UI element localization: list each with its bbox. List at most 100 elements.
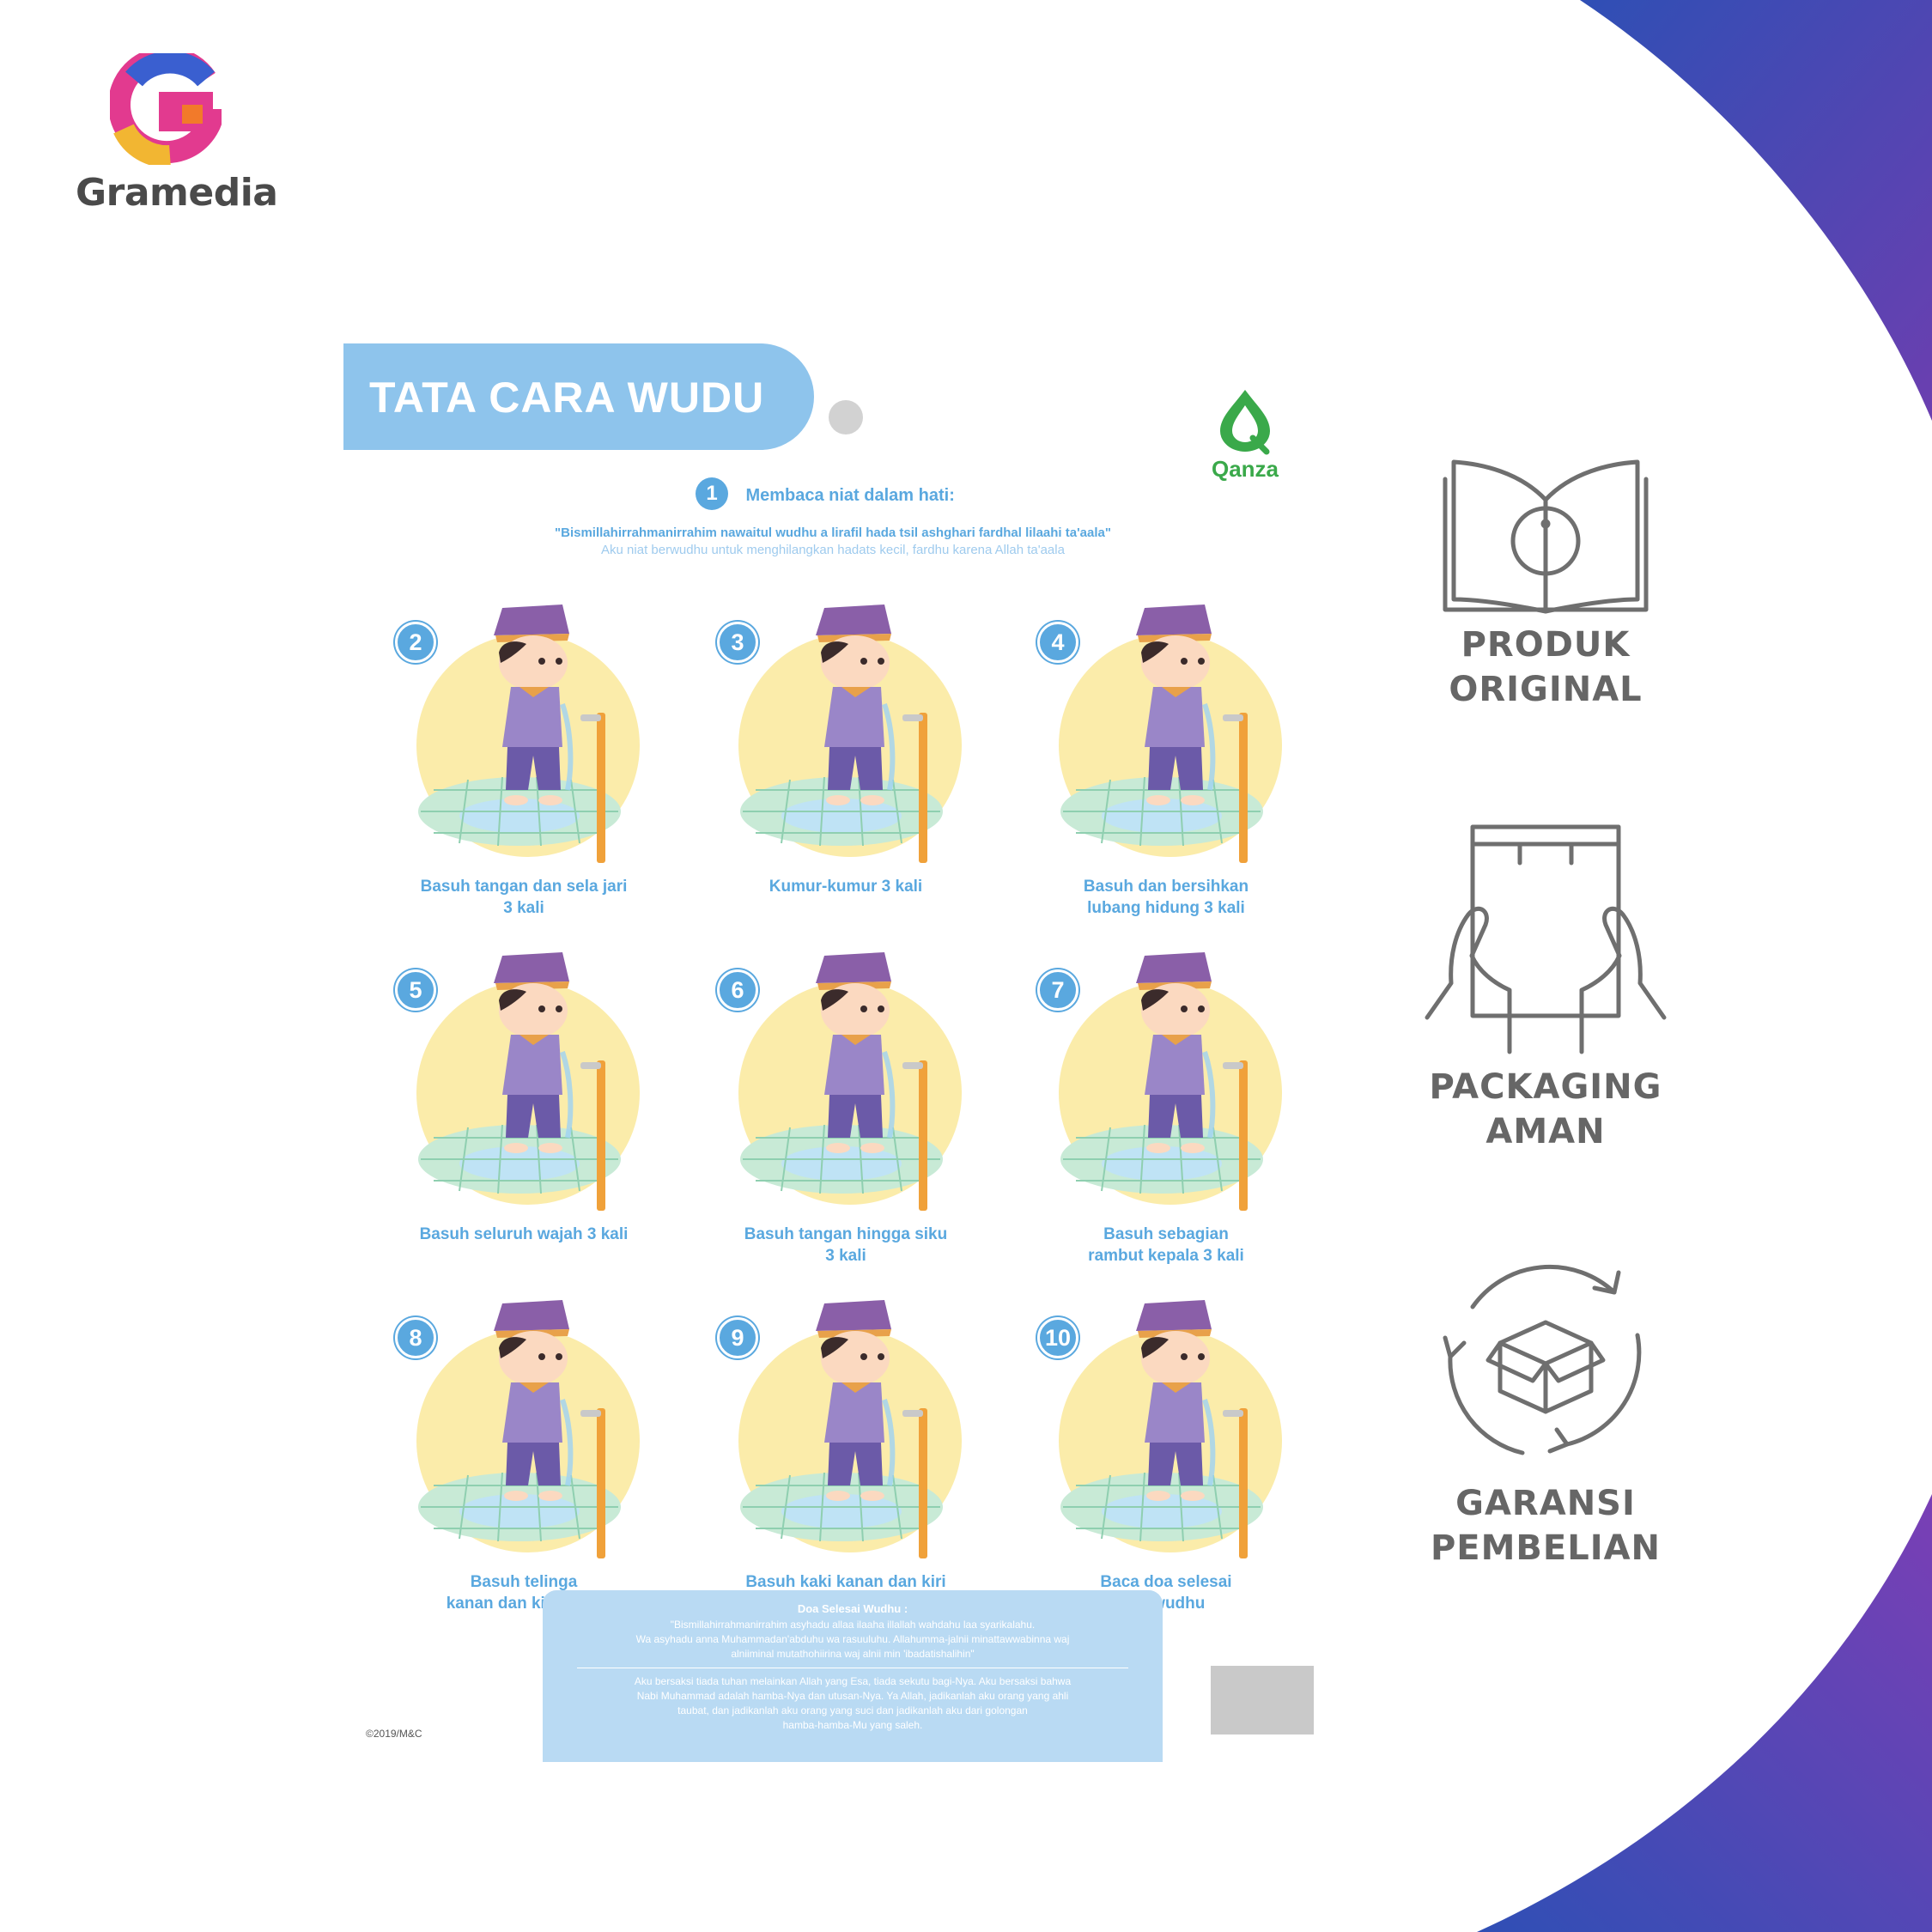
water-pipe	[1239, 713, 1248, 863]
open-book-info-icon	[1443, 459, 1649, 614]
prayer-line: alniiminal mutathohiirina waj alnii min …	[731, 1648, 975, 1660]
child-illustration	[816, 605, 896, 805]
child-illustration	[494, 952, 574, 1153]
closing-prayer-meaning: Aku bersaksi tiada tuhan melainkan Allah…	[560, 1674, 1145, 1733]
step-caption-line: Basuh seluruh wajah 3 kali	[419, 1225, 629, 1243]
step-1-label: Membaca niat dalam hati:	[745, 486, 955, 506]
child-illustration	[494, 1300, 574, 1501]
step-badge: 6	[717, 969, 758, 1011]
water-pipe	[1239, 1060, 1248, 1211]
feature-garansi-pembelian: GARANSI PEMBELIAN	[1400, 1254, 1692, 1571]
step-badge: 9	[717, 1317, 758, 1358]
step-2: 2 Basuh tangan dan sela jari 3 kali	[369, 601, 640, 927]
feature-label-line: ORIGINAL	[1449, 670, 1643, 709]
step-caption-line: Basuh dan bersihkan	[1083, 878, 1249, 896]
poster-title: TATA CARA WUDU	[369, 374, 765, 422]
product-poster: TATA CARA WUDU Qanza 1 Membaca niat dala…	[343, 343, 1322, 1769]
niyyah-transliteration: "Bismillahirrahmanirrahim nawaitul wudhu…	[555, 526, 1111, 540]
child-illustration	[1136, 952, 1216, 1153]
feature-label-line: PACKAGING	[1429, 1067, 1662, 1107]
step-badge: 2	[395, 622, 436, 663]
step-number-badge: 2	[395, 622, 436, 663]
step-number-badge: 4	[1037, 622, 1078, 663]
barcode-placeholder	[1211, 1666, 1314, 1735]
brand-name: Gramedia	[76, 171, 278, 215]
step-5: 5 Basuh seluruh wajah 3 kali	[369, 949, 640, 1275]
water-pipe	[919, 1408, 927, 1558]
water-pipe	[919, 713, 927, 863]
water-pipe	[919, 1060, 927, 1211]
step-number-badge: 10	[1037, 1317, 1078, 1358]
step-badge: 8	[395, 1317, 436, 1358]
step-caption-line: Basuh tangan hingga siku	[744, 1225, 948, 1243]
copyright-notice: ©2019/M&C	[366, 1728, 422, 1740]
gramedia-g-mark-icon	[108, 46, 228, 168]
step-badge: 5	[395, 969, 436, 1011]
step-badge: 4	[1037, 622, 1078, 663]
step-caption: Basuh tangan dan sela jari 3 kali	[369, 876, 678, 919]
step-caption-line: Kumur-kumur 3 kali	[769, 878, 923, 896]
box-with-cycle-arrows-icon	[1443, 1264, 1642, 1455]
step-number-badge: 1	[696, 477, 728, 510]
closing-prayer-title: Doa Selesai Wudhu :	[797, 1602, 908, 1615]
niyyah-meaning: Aku niat berwudhu untuk menghilangkan ha…	[601, 543, 1065, 557]
child-illustration	[816, 1300, 896, 1501]
prayer-line: Wa asyhadu anna Muhammadan'abduhu wa ras…	[635, 1633, 1070, 1645]
feature-label-line: PEMBELIAN	[1430, 1528, 1662, 1568]
prayer-line: Aku bersaksi tiada tuhan melainkan Allah…	[634, 1675, 1072, 1687]
prayer-line: taubat, dan jadikanlah aku orang yang su…	[677, 1704, 1028, 1716]
gramedia-logo[interactable]: Gramedia	[76, 46, 278, 215]
water-pipe	[597, 713, 605, 863]
step-caption-line: 3 kali	[825, 1247, 866, 1265]
step-caption-line: 3 kali	[503, 899, 544, 917]
step-number-badge: 3	[717, 622, 758, 663]
water-pipe	[1239, 1408, 1248, 1558]
child-illustration	[1136, 1300, 1216, 1501]
step-1: 1 Membaca niat dalam hati:	[696, 477, 955, 510]
feature-label-line: AMAN	[1485, 1112, 1606, 1151]
step-caption-line: lubang hidung 3 kali	[1087, 899, 1245, 917]
qanza-logo: Qanza	[1206, 386, 1284, 483]
feature-produk-original: PRODUK ORIGINAL	[1400, 455, 1692, 712]
prayer-line: Nabi Muhammad adalah hamba-Nya dan utusa…	[636, 1690, 1069, 1702]
step-caption: Basuh seluruh wajah 3 kali	[369, 1224, 678, 1245]
step-8: 8 Basuh telinga kanan dan kiri 3 kali	[369, 1297, 640, 1623]
hands-holding-package-icon	[1425, 824, 1667, 1054]
step-4: 4 Basuh dan bersihkan lubang hidung 3 kali	[1012, 601, 1282, 927]
closing-prayer-transliteration: "Bismillahirrahmanirrahim asyhadu allaa …	[560, 1618, 1145, 1662]
step-number-badge: 6	[717, 969, 758, 1011]
step-caption: Basuh sebagian rambut kepala 3 kali	[1012, 1224, 1321, 1267]
step-10: 10 Baca doa selesai berwudhu	[1012, 1297, 1282, 1623]
decorative-swoosh-top	[1580, 0, 1932, 421]
step-number-badge: 5	[395, 969, 436, 1011]
step-number-badge: 8	[395, 1317, 436, 1358]
qanza-wordmark: Qanza	[1211, 456, 1279, 482]
step-3: 3 Kumur-kumur 3 kali	[691, 601, 962, 927]
child-illustration	[1136, 605, 1216, 805]
prayer-line: hamba-hamba-Mu yang saleh.	[782, 1719, 923, 1731]
feature-label-line: GARANSI	[1455, 1484, 1636, 1523]
feature-packaging-aman: PACKAGING AMAN	[1400, 820, 1692, 1154]
hanging-hole	[829, 400, 863, 434]
step-badge: 3	[717, 622, 758, 663]
step-badge: 10	[1037, 1317, 1078, 1358]
step-caption: Basuh tangan hingga siku 3 kali	[691, 1224, 1000, 1267]
step-caption: Basuh dan bersihkan lubang hidung 3 kali	[1012, 876, 1321, 919]
step-7: 7 Basuh sebagian rambut kepala 3 kali	[1012, 949, 1282, 1275]
step-caption-line: Basuh tangan dan sela jari	[420, 878, 628, 896]
water-pipe	[597, 1408, 605, 1558]
water-pipe	[597, 1060, 605, 1211]
child-illustration	[494, 605, 574, 805]
closing-prayer-box: Doa Selesai Wudhu : "Bismillahirrahmanir…	[543, 1590, 1163, 1762]
child-illustration	[816, 952, 896, 1153]
step-6: 6 Basuh tangan hingga siku 3 kali	[691, 949, 962, 1275]
step-number-badge: 7	[1037, 969, 1078, 1011]
step-number-badge: 9	[717, 1317, 758, 1358]
step-caption: Kumur-kumur 3 kali	[691, 876, 1000, 897]
prayer-line: "Bismillahirrahmanirrahim asyhadu allaa …	[670, 1619, 1036, 1631]
title-banner: TATA CARA WUDU	[343, 343, 814, 450]
step-badge: 7	[1037, 969, 1078, 1011]
feature-label-line: PRODUK	[1461, 625, 1631, 665]
step-caption-line: Basuh sebagian	[1103, 1225, 1229, 1243]
step-caption-line: rambut kepala 3 kali	[1088, 1247, 1244, 1265]
